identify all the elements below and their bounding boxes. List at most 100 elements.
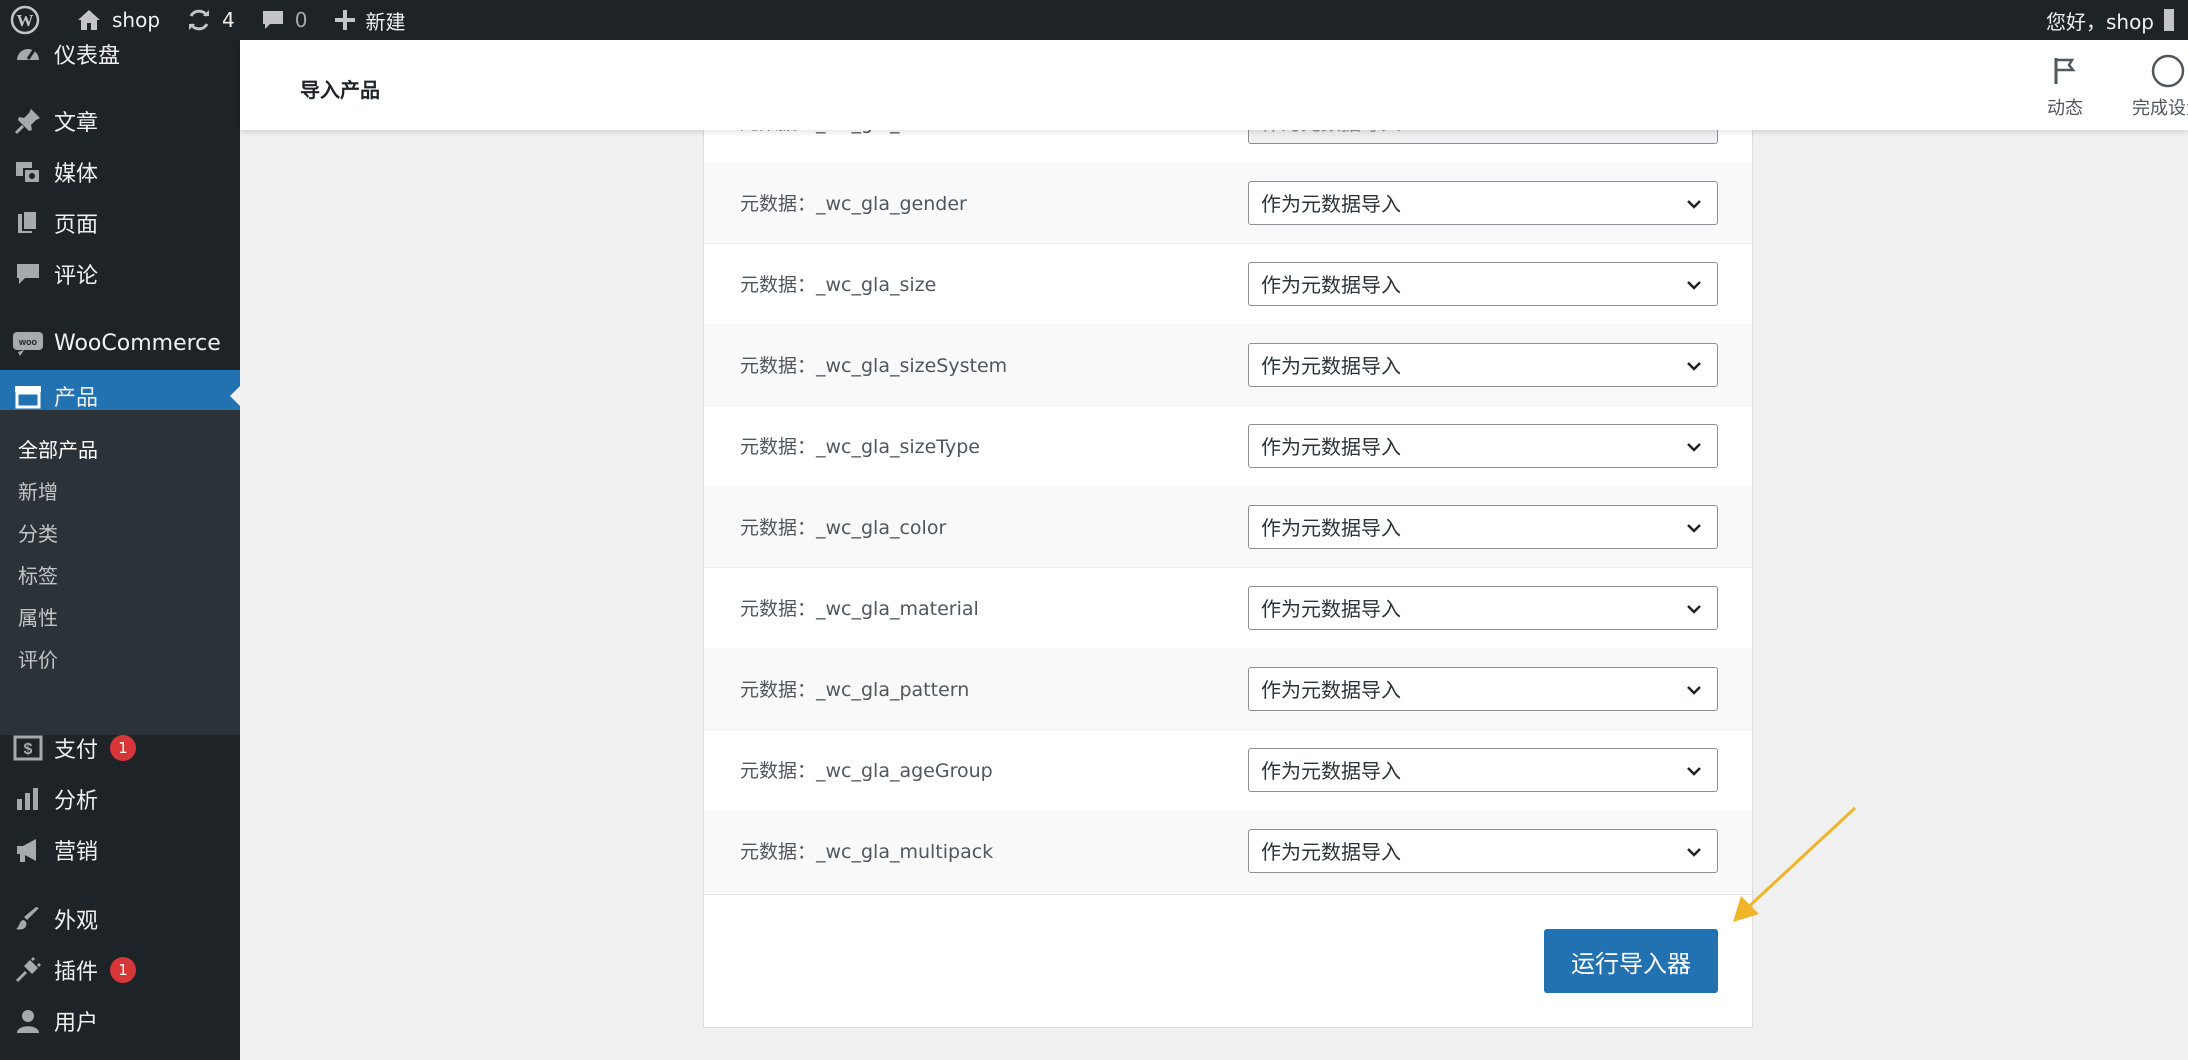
sidebar-item-comments[interactable]: 评论 <box>0 248 240 300</box>
mapping-select[interactable]: 作为元数据导入 <box>1248 585 1718 630</box>
table-row: 元数据：_wc_gla_ageGroup 作为元数据导入 <box>704 729 1752 811</box>
comments-count: 0 <box>294 8 308 32</box>
sidebar-item-users[interactable]: 用户 <box>0 995 240 1047</box>
mapping-select[interactable]: 作为元数据导入 <box>1248 828 1718 873</box>
my-account[interactable]: 您好，shop <box>2046 0 2174 40</box>
row-label: 元数据：_wc_gla_sizeSystem <box>740 355 1008 377</box>
mapping-select[interactable]: 作为元数据导入 <box>1248 423 1718 468</box>
sidebar-item-payments[interactable]: $ 支付 1 <box>0 722 240 774</box>
activity-button[interactable]: 动态 <box>2015 54 2115 120</box>
megaphone-icon <box>12 834 44 866</box>
sidebar-label-comments: 评论 <box>54 264 99 289</box>
comment-icon <box>12 258 44 290</box>
wordpress-menu[interactable]: W <box>0 0 64 40</box>
footer-divider <box>704 894 1752 895</box>
mapping-select[interactable]: 作为元数据导入 <box>1248 666 1718 711</box>
sidebar-label-plugins: 插件 <box>54 960 99 985</box>
mapping-select[interactable]: 作为元数据导入 <box>1248 504 1718 549</box>
bar-chart-icon <box>12 783 44 815</box>
chevron-down-icon <box>1685 761 1703 785</box>
sidebar-label-tools: 工具 <box>54 1056 98 1060</box>
sidebar-item-dashboard[interactable]: 仪表盘 <box>0 40 240 80</box>
import-mapping-card: 元数据：_wc_gla_ 作为元数据导入 元数据：_wc_gla_gender … <box>703 120 1753 1028</box>
page-title: 导入产品 <box>300 78 380 102</box>
chevron-down-icon <box>1685 599 1703 623</box>
sidebar-label-users: 用户 <box>54 1011 99 1036</box>
select-value: 作为元数据导入 <box>1261 435 1401 459</box>
user-icon <box>12 1005 44 1037</box>
select-value: 作为元数据导入 <box>1261 192 1401 216</box>
sidebar-item-posts[interactable]: 文章 <box>0 95 240 147</box>
sidebar-label-posts: 文章 <box>54 111 99 136</box>
select-value: 作为元数据导入 <box>1261 273 1401 297</box>
new-content-link[interactable]: 新建 <box>322 0 420 40</box>
svg-text:woo: woo <box>18 337 37 347</box>
updates-link[interactable]: 4 <box>174 0 249 40</box>
plus-icon <box>334 9 356 31</box>
chevron-down-icon <box>1685 680 1703 704</box>
greeting: 您好，shop <box>2045 9 2154 34</box>
wordpress-logo-icon: W <box>10 5 40 35</box>
sidebar-label-marketing: 营销 <box>54 840 99 865</box>
sidebar-item-analytics[interactable]: 分析 <box>0 773 240 825</box>
sidebar-item-marketing[interactable]: 营销 <box>0 824 240 876</box>
sidebar-item-tools[interactable]: 工具 <box>0 1046 240 1060</box>
mapping-select[interactable]: 作为元数据导入 <box>1248 180 1718 225</box>
woocommerce-icon: woo <box>12 327 44 359</box>
site-name: shop <box>112 8 161 32</box>
sidebar-label-products: 产品 <box>54 386 99 411</box>
table-row: 元数据：_wc_gla_color 作为元数据导入 <box>704 486 1752 568</box>
submenu-tags[interactable]: 标签 <box>18 560 58 589</box>
row-label: 元数据：_wc_gla_color <box>740 517 947 539</box>
sidebar-item-appearance[interactable]: 外观 <box>0 893 240 945</box>
sidebar-label-appearance: 外观 <box>54 909 99 934</box>
run-importer-button[interactable]: 运行导入器 <box>1544 929 1718 993</box>
chevron-down-icon <box>1685 437 1703 461</box>
pushpin-icon <box>12 105 44 137</box>
submenu-attributes[interactable]: 属性 <box>18 602 58 631</box>
sidebar-label-analytics: 分析 <box>54 789 99 814</box>
submenu-categories[interactable]: 分类 <box>18 518 58 547</box>
chevron-down-icon <box>1685 275 1703 299</box>
wrench-icon <box>12 1056 44 1060</box>
select-value: 作为元数据导入 <box>1261 516 1401 540</box>
row-label: 元数据：_wc_gla_size <box>740 274 937 296</box>
comments-link[interactable]: 0 <box>249 0 322 40</box>
submenu-reviews[interactable]: 评价 <box>18 644 58 673</box>
sidebar-item-pages[interactable]: 页面 <box>0 197 240 249</box>
table-row: 元数据：_wc_gla_sizeSystem 作为元数据导入 <box>704 324 1752 406</box>
setup-label: 完成设置 <box>2132 98 2188 119</box>
dashboard-icon <box>12 40 44 70</box>
finish-setup-button[interactable]: 完成设置 <box>2118 54 2188 120</box>
sidebar-label-media: 媒体 <box>54 162 99 187</box>
sidebar-item-media[interactable]: 媒体 <box>0 146 240 198</box>
dollar-icon: $ <box>12 732 44 764</box>
table-row: 元数据：_wc_gla_material 作为元数据导入 <box>704 567 1752 649</box>
products-submenu: 全部产品 新增 分类 标签 属性 评价 <box>0 410 240 735</box>
chevron-down-icon <box>1685 194 1703 218</box>
circle-icon <box>2118 54 2188 88</box>
submenu-add-new[interactable]: 新增 <box>18 476 58 505</box>
mapping-select[interactable]: 作为元数据导入 <box>1248 342 1718 387</box>
new-label: 新建 <box>365 9 406 34</box>
site-name-link[interactable]: shop <box>64 0 174 40</box>
mapping-select[interactable]: 作为元数据导入 <box>1248 261 1718 306</box>
home-icon <box>76 8 102 32</box>
table-row: 元数据：_wc_gla_pattern 作为元数据导入 <box>704 648 1752 730</box>
submenu-all-products[interactable]: 全部产品 <box>18 434 98 463</box>
mapping-select[interactable]: 作为元数据导入 <box>1248 747 1718 792</box>
sidebar-item-woocommerce[interactable]: woo WooCommerce <box>0 317 240 369</box>
sidebar-label-payments: 支付 <box>54 738 99 763</box>
media-icon <box>12 156 44 188</box>
sidebar-item-plugins[interactable]: 插件 1 <box>0 944 240 996</box>
select-value: 作为元数据导入 <box>1261 840 1401 864</box>
refresh-icon <box>186 7 212 33</box>
admin-bar: W shop 4 0 新建 您好，shop <box>0 0 2188 40</box>
admin-sidebar: 仪表盘 文章 媒体 页面 评论 woo WooCommerce 产品 全部产品 … <box>0 40 240 1060</box>
plugins-badge: 1 <box>110 957 137 983</box>
row-label: 元数据：_wc_gla_ageGroup <box>740 760 993 782</box>
row-label: 元数据：_wc_gla_pattern <box>740 679 970 701</box>
avatar <box>2164 9 2174 31</box>
table-row: 元数据：_wc_gla_sizeType 作为元数据导入 <box>704 405 1752 487</box>
page-icon <box>12 207 44 239</box>
